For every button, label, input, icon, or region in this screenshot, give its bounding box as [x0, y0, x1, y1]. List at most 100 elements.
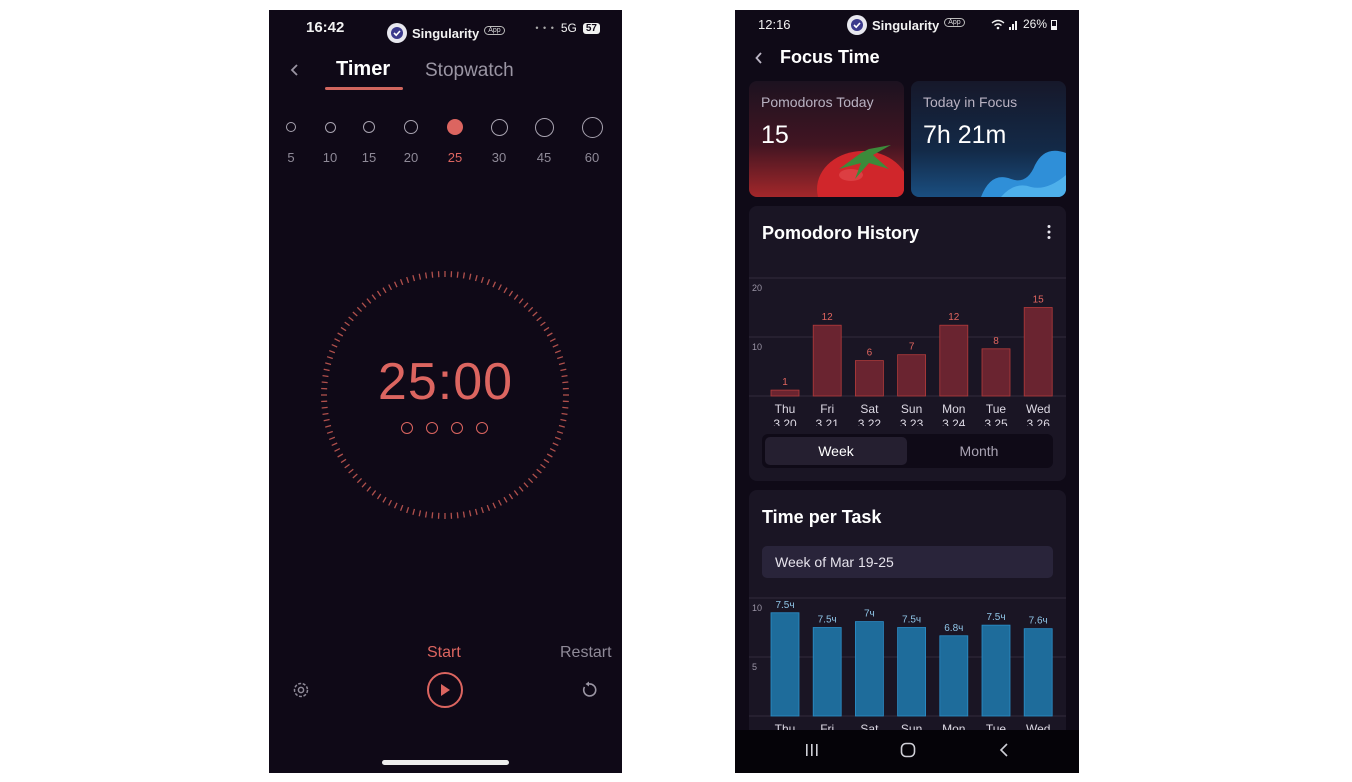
ring-tick [388, 284, 393, 291]
ring-tick [497, 499, 502, 506]
data-label: 6.8ч [944, 623, 963, 634]
ring-tick [399, 504, 404, 511]
ring-tick [554, 436, 561, 441]
ring-tick [348, 468, 354, 474]
more-vertical-icon[interactable] [1046, 224, 1052, 240]
ring-tick [344, 321, 350, 327]
time-per-task-chart: 1057.5чThu7.5чFri7чSat7.5чSun6.8чMon7.5ч… [749, 597, 1066, 736]
ring-tick [412, 275, 416, 282]
toggle-month[interactable]: Month [908, 437, 1050, 465]
start-button[interactable] [427, 672, 463, 708]
preset-30-button[interactable] [490, 118, 508, 136]
ring-tick [325, 424, 332, 428]
ring-tick [540, 463, 546, 469]
ring-tick [474, 275, 478, 282]
page-title: Focus Time [780, 47, 880, 67]
wifi-icon [991, 19, 1005, 29]
week-selector[interactable]: Week of Mar 19-25 [762, 546, 1053, 578]
ring-tick [348, 316, 354, 322]
bar-tue [981, 348, 1011, 397]
recent-apps-icon[interactable] [805, 742, 819, 758]
restart-icon[interactable] [579, 680, 599, 700]
preset-label: 30 [491, 150, 507, 165]
ring-tick [418, 273, 422, 280]
x-tick-label: Thu [775, 402, 796, 416]
stat-value: 15 [761, 121, 789, 149]
back-icon[interactable] [998, 742, 1010, 758]
preset-label: 25 [447, 150, 463, 165]
preset-15-button[interactable] [363, 121, 375, 133]
preset-20-button[interactable] [404, 120, 418, 134]
preset-5-button[interactable] [286, 122, 296, 132]
home-icon[interactable] [900, 742, 916, 758]
home-indicator[interactable] [382, 760, 509, 765]
x-date-label: 3.23 [900, 417, 924, 426]
today-in-focus-card[interactable]: Today in Focus 7h 21m [911, 81, 1066, 197]
x-date-label: 3.24 [942, 417, 966, 426]
ring-tick [366, 486, 372, 492]
ring-tick [546, 332, 553, 337]
chevron-left-icon[interactable] [753, 49, 765, 67]
panel-title: Time per Task [762, 507, 882, 527]
ring-tick [543, 458, 550, 464]
status-indicators: • • • 5G 57 [535, 21, 600, 35]
status-time: 12:16 [758, 17, 791, 32]
ring-tick [552, 442, 559, 447]
ring-tick [523, 482, 529, 488]
time-per-task-panel: Time per Task Week of Mar 19-25 10 5 7.5ч T… [749, 490, 1066, 750]
bar-thu [770, 389, 800, 397]
ring-tick [462, 511, 466, 518]
start-label: Start [427, 644, 461, 661]
ring-tick [418, 510, 422, 517]
data-label: 7.5ч [818, 615, 837, 626]
bar-sun [897, 627, 927, 717]
ring-tick [424, 511, 428, 518]
ring-tick [468, 510, 472, 517]
pomodoros-today-card[interactable]: Pomodoros Today 15 [749, 81, 904, 197]
data-label: 7 [909, 342, 915, 353]
ring-tick [456, 512, 459, 519]
tab-timer[interactable]: Timer [336, 58, 390, 81]
ring-tick [356, 477, 363, 484]
ring-tick [424, 272, 428, 279]
data-label: 12 [822, 312, 834, 323]
bar-fri [812, 324, 842, 397]
ring-tick [371, 490, 377, 496]
ring-tick [513, 490, 519, 496]
toggle-week[interactable]: Week [765, 437, 907, 465]
data-label: 7.5ч [902, 615, 921, 626]
preset-10-button[interactable] [324, 121, 336, 133]
ring-tick [337, 453, 344, 458]
app-badge: Singularity App [847, 15, 965, 35]
stat-value: 7h 21m [923, 121, 1007, 149]
ring-tick [503, 287, 508, 294]
ring-tick [388, 499, 393, 506]
signal-dots-icon: • • • [535, 23, 555, 33]
chevron-left-icon[interactable] [287, 59, 301, 81]
ring-tick [532, 311, 538, 317]
ring-tick [480, 276, 484, 283]
preset-45-button[interactable] [534, 117, 554, 137]
bar-sun [897, 354, 927, 397]
singularity-logo-icon [387, 23, 407, 43]
cycle-dot [426, 422, 438, 434]
app-name: Singularity [412, 25, 480, 41]
ring-tick [518, 298, 524, 304]
x-tick-label: Mon [942, 402, 965, 416]
ring-tick [523, 302, 529, 308]
ring-tick [508, 290, 514, 297]
preset-25-button[interactable] [447, 119, 463, 135]
ring-tick [536, 316, 542, 322]
bar-mon [939, 324, 969, 397]
ring-tick [518, 486, 524, 492]
gear-icon[interactable] [291, 680, 311, 700]
ring-tick [513, 294, 519, 300]
ring-tick [543, 326, 550, 332]
tab-stopwatch[interactable]: Stopwatch [425, 60, 514, 82]
preset-60-button[interactable] [581, 116, 603, 138]
ring-tick [323, 418, 330, 422]
ring-tick [331, 343, 338, 348]
ring-tick [492, 502, 497, 509]
stat-label: Pomodoros Today [761, 94, 874, 110]
ring-tick [376, 493, 382, 500]
